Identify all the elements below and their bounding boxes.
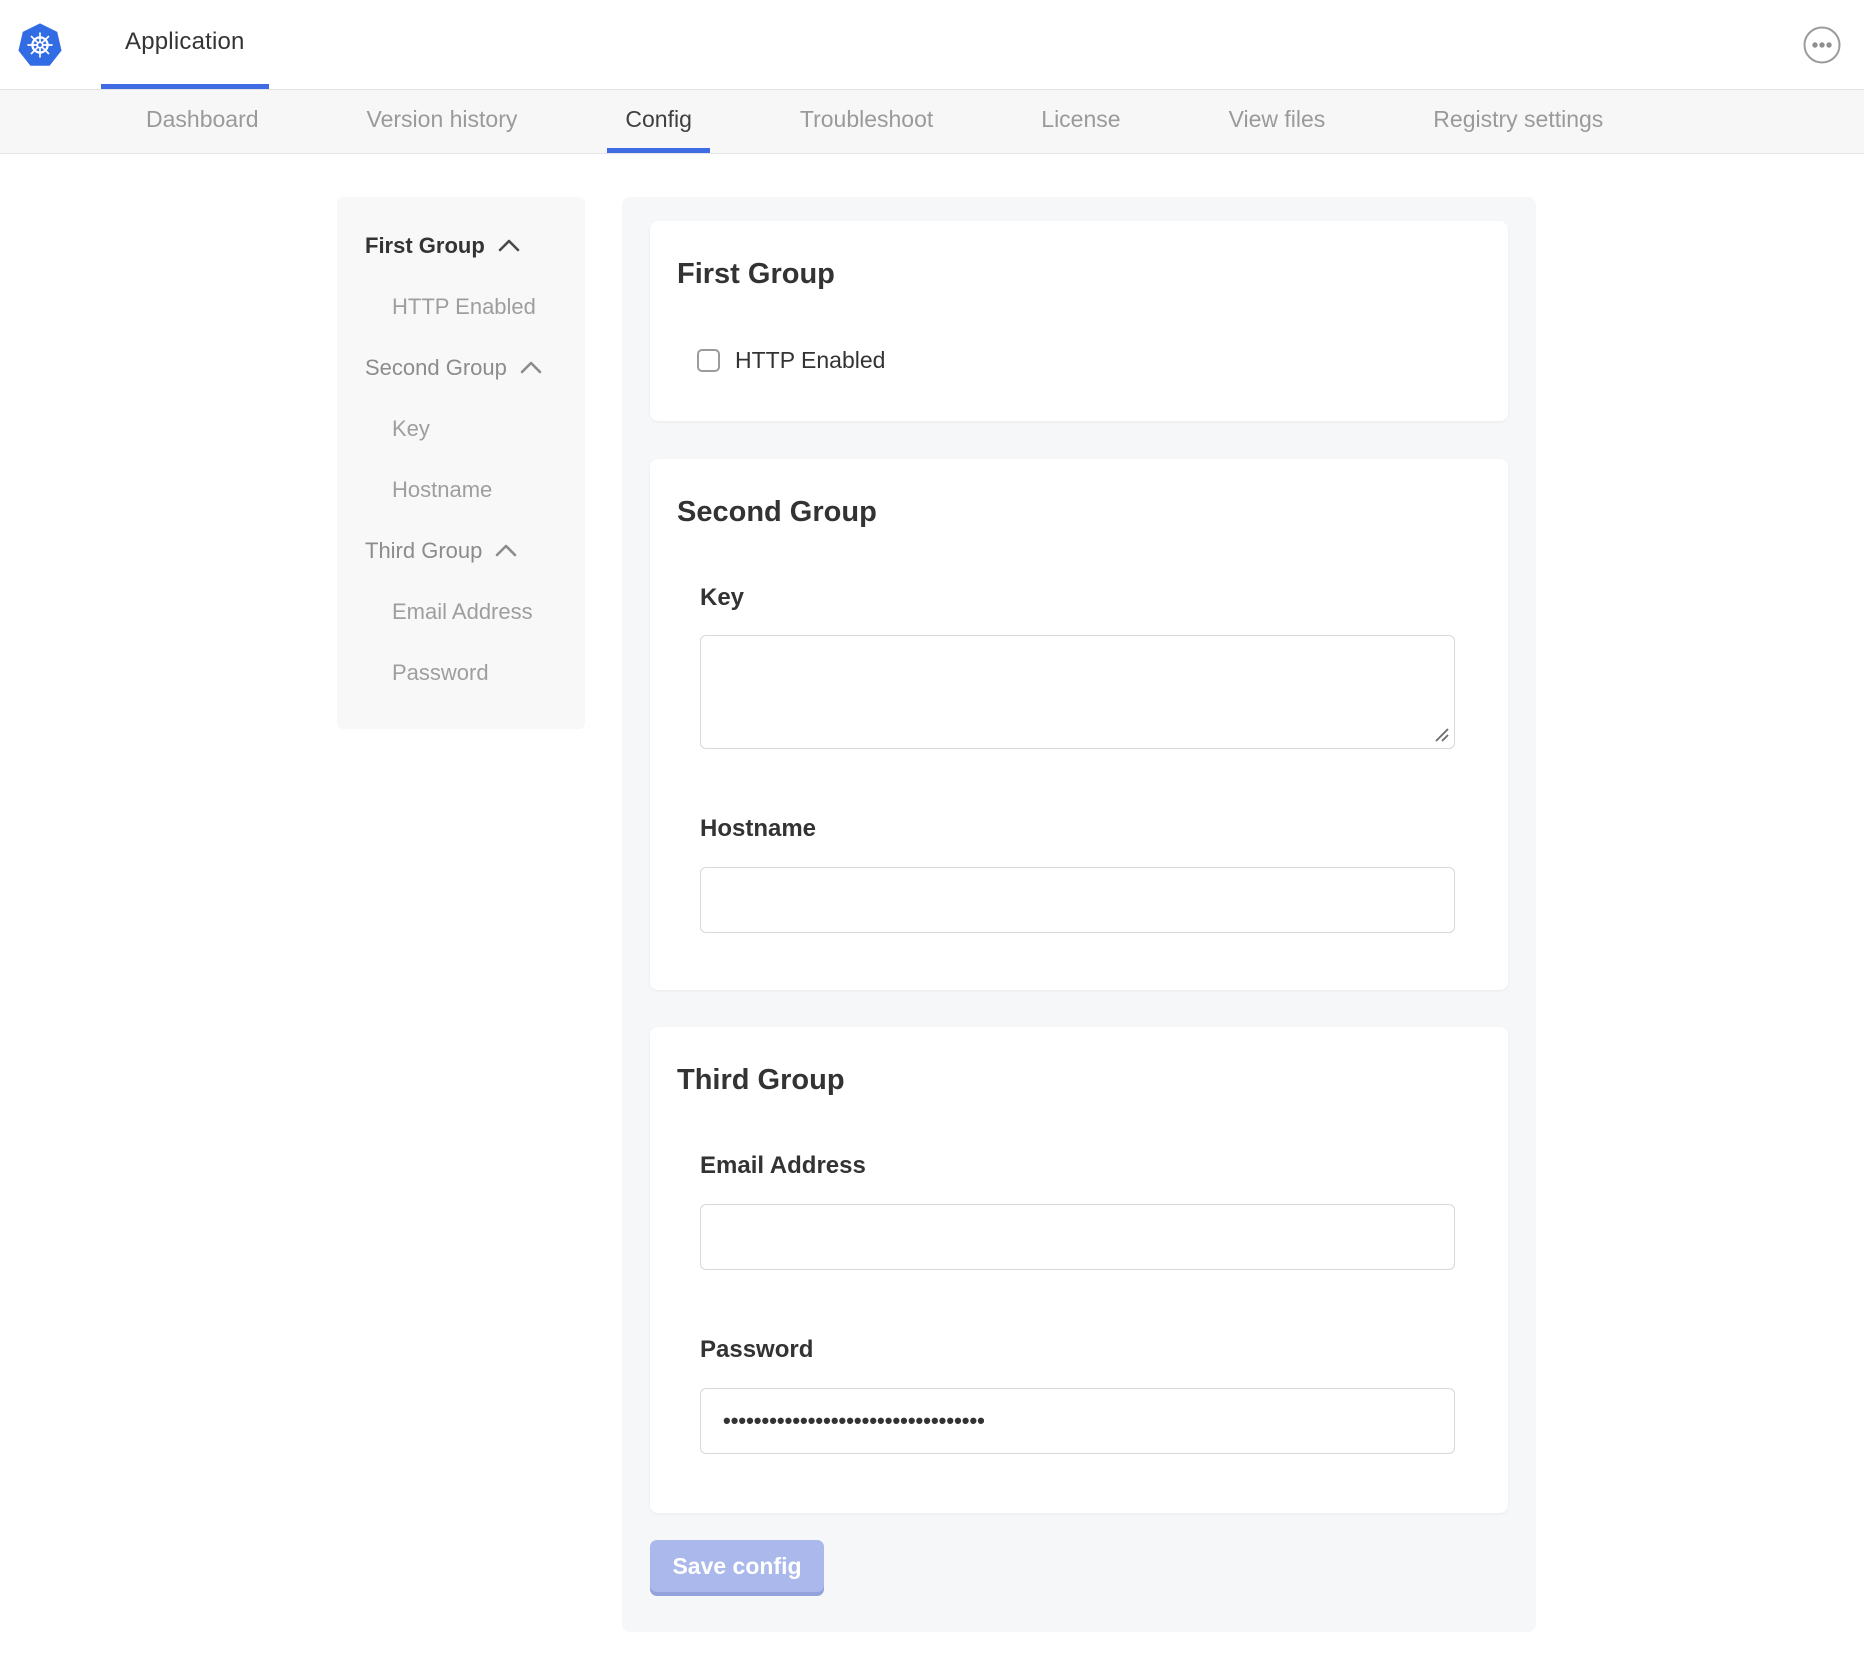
- save-config-button[interactable]: Save config: [650, 1540, 824, 1592]
- sidebar-item-label: Key: [392, 416, 430, 442]
- key-textarea[interactable]: [700, 635, 1455, 749]
- chevron-up-icon: [519, 360, 543, 375]
- ellipsis-icon: [1803, 26, 1841, 64]
- group-title: First Group: [677, 257, 1481, 291]
- kubernetes-logo: [17, 22, 63, 68]
- password-label: Password: [700, 1336, 1455, 1364]
- sidebar-item-label: Hostname: [392, 477, 492, 503]
- sidebar-item-label: Email Address: [392, 599, 533, 625]
- sidebar-group-label: Third Group: [365, 538, 482, 564]
- email-address-label: Email Address: [700, 1152, 1455, 1180]
- config-form-area: First Group HTTP Enabled Second Group Ke…: [622, 197, 1536, 1632]
- config-card-second-group: Second Group Key Hostname: [650, 459, 1508, 990]
- hostname-field: Hostname: [700, 815, 1455, 933]
- tab-dashboard[interactable]: Dashboard: [128, 90, 277, 153]
- sidebar-group-second-group[interactable]: Second Group: [337, 337, 585, 398]
- http-enabled-label[interactable]: HTTP Enabled: [735, 347, 885, 374]
- key-field: Key: [700, 584, 1455, 749]
- config-card-first-group: First Group HTTP Enabled: [650, 221, 1508, 421]
- sidebar-item-hostname[interactable]: Hostname: [337, 459, 585, 520]
- sidebar-item-http-enabled[interactable]: HTTP Enabled: [337, 276, 585, 337]
- hostname-input[interactable]: [700, 867, 1455, 933]
- chevron-up-icon: [494, 543, 518, 558]
- sidebar-group-first-group[interactable]: First Group: [337, 215, 585, 276]
- email-address-field: Email Address: [700, 1152, 1455, 1270]
- overflow-menu-button[interactable]: [1802, 25, 1842, 65]
- nav-tabbar: Dashboard Version history Config Trouble…: [0, 90, 1864, 154]
- password-input[interactable]: [700, 1388, 1455, 1454]
- group-title: Third Group: [677, 1063, 1481, 1097]
- sidebar-item-label: Password: [392, 660, 489, 686]
- tab-troubleshoot[interactable]: Troubleshoot: [782, 90, 951, 153]
- config-group-sidebar: First Group HTTP Enabled Second Group Ke…: [337, 197, 585, 729]
- hostname-label: Hostname: [700, 815, 1455, 843]
- app-tab-label: Application: [125, 28, 245, 56]
- sidebar-item-email-address[interactable]: Email Address: [337, 581, 585, 642]
- config-card-third-group: Third Group Email Address Password: [650, 1027, 1508, 1513]
- tab-view-files[interactable]: View files: [1211, 90, 1344, 153]
- tab-registry-settings[interactable]: Registry settings: [1415, 90, 1621, 153]
- sidebar-item-label: HTTP Enabled: [392, 294, 536, 320]
- app-tab-application[interactable]: Application: [101, 0, 269, 89]
- header-spacer: [269, 0, 1802, 89]
- tab-version-history[interactable]: Version history: [349, 90, 536, 153]
- sidebar-item-key[interactable]: Key: [337, 398, 585, 459]
- email-address-input[interactable]: [700, 1204, 1455, 1270]
- password-field: Password: [700, 1336, 1455, 1454]
- http-enabled-checkbox[interactable]: [697, 349, 720, 372]
- sidebar-group-label: First Group: [365, 233, 485, 259]
- sidebar-group-third-group[interactable]: Third Group: [337, 520, 585, 581]
- group-title: Second Group: [677, 495, 1481, 529]
- tab-config[interactable]: Config: [607, 90, 709, 153]
- app-header: Application: [0, 0, 1864, 90]
- sidebar-group-label: Second Group: [365, 355, 507, 381]
- http-enabled-field: HTTP Enabled: [697, 347, 1481, 374]
- tab-license[interactable]: License: [1023, 90, 1138, 153]
- sidebar-item-password[interactable]: Password: [337, 642, 585, 703]
- key-label: Key: [700, 584, 1455, 612]
- chevron-up-icon: [497, 238, 521, 253]
- config-page: First Group HTTP Enabled Second Group Ke…: [0, 154, 1864, 1632]
